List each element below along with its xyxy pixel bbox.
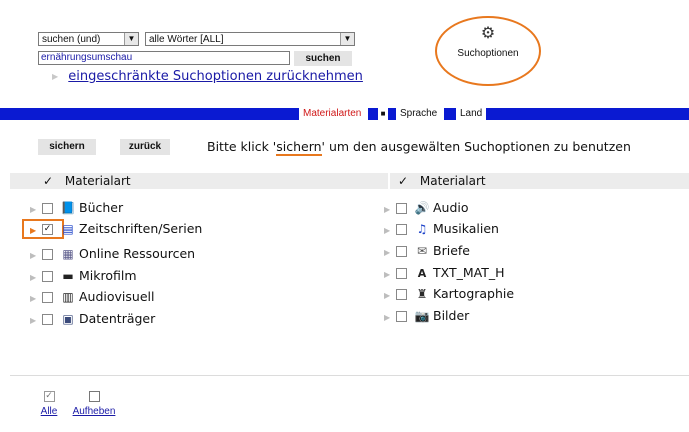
reset-arrow-icon: ▶	[52, 72, 59, 81]
item-label: Online Ressourcen	[79, 246, 196, 261]
checkbox[interactable]	[396, 203, 407, 214]
expand-arrow-icon: ▶	[384, 313, 391, 322]
list-item[interactable]: ▶ ♜ Kartographie	[384, 285, 514, 303]
list-item[interactable]: ▶ ♫ Musikalien	[384, 220, 499, 238]
expand-arrow-icon: ▶	[30, 316, 37, 325]
expand-arrow-icon: ▶	[384, 205, 391, 214]
item-label: Musikalien	[433, 221, 499, 236]
search-mode-select[interactable]: suchen (und) ▼	[38, 32, 139, 46]
checkbox[interactable]	[396, 268, 407, 279]
expand-arrow-icon: ▶	[384, 226, 391, 235]
checkbox-checked[interactable]: ✓	[42, 224, 53, 235]
item-label: Zeitschriften/Serien	[79, 221, 203, 236]
select-all-control[interactable]: ✓ Alle	[36, 391, 62, 417]
deselect-all-control[interactable]: Aufheben	[70, 391, 118, 417]
item-label: Bücher	[79, 200, 124, 215]
expand-arrow-icon: ▶	[30, 226, 37, 235]
divider	[10, 375, 689, 376]
online-icon: ▦	[62, 247, 74, 261]
checkbox-empty-icon	[88, 391, 100, 402]
deselect-all-link[interactable]: Aufheben	[70, 406, 118, 417]
save-hint-after: ' um den ausgewälten Suchoptionen zu ben…	[321, 139, 631, 154]
words-select[interactable]: alle Wörter [ALL] ▼	[145, 32, 355, 46]
check-icon: ✓	[398, 174, 409, 188]
book-icon: 📘	[60, 201, 76, 215]
checkbox[interactable]	[396, 224, 407, 235]
item-label: Audiovisuell	[79, 289, 155, 304]
save-button[interactable]: sichern	[38, 139, 96, 155]
text-icon: A	[417, 267, 427, 280]
tab-land[interactable]: Land	[456, 108, 486, 120]
search-button[interactable]: suchen	[294, 51, 352, 66]
list-item[interactable]: ▶ A TXT_MAT_H	[384, 264, 505, 282]
item-label: Audio	[433, 200, 469, 215]
item-label: Kartographie	[433, 286, 515, 301]
checkbox[interactable]	[42, 271, 53, 282]
save-hint-before: Bitte klick '	[207, 139, 277, 154]
expand-arrow-icon: ▶	[30, 294, 37, 303]
checkbox[interactable]	[42, 314, 53, 325]
column-header-right: ✓ Materialart	[390, 173, 689, 189]
item-label: Briefe	[433, 243, 470, 258]
tab-materialarten[interactable]: Materialarten	[299, 108, 368, 120]
item-label: Datenträger	[79, 311, 156, 326]
camera-icon: 📷	[414, 309, 430, 323]
list-item[interactable]: ▶ 📷 Bilder	[384, 307, 469, 325]
back-button[interactable]: zurück	[120, 139, 170, 155]
list-item[interactable]: ▶ ▦ Online Ressourcen	[30, 245, 195, 263]
select-all-link[interactable]: Alle	[36, 406, 62, 417]
film-icon: ▥	[62, 290, 74, 304]
column-header-left-label: Materialart	[64, 174, 131, 188]
expand-arrow-icon: ▶	[30, 251, 37, 260]
checkbox[interactable]	[396, 289, 407, 300]
reset-options-link[interactable]: eingeschränkte Suchoptionen zurücknehmen	[68, 69, 363, 84]
words-select-value: alle Wörter [ALL]	[149, 34, 224, 45]
save-hint-keyword: sichern	[276, 139, 322, 156]
check-icon: ✓	[43, 174, 54, 188]
search-input[interactable]: ernährungsumschau	[38, 51, 290, 65]
reset-options-row: ▶ eingeschränkte Suchoptionen zurücknehm…	[52, 69, 363, 84]
list-item[interactable]: ▶ 🔊 Audio	[384, 199, 469, 217]
music-icon: ♫	[416, 222, 428, 236]
chevron-down-icon: ▼	[340, 33, 354, 45]
disk-icon: ▣	[62, 312, 74, 326]
list-item[interactable]: ▶ ▥ Audiovisuell	[30, 288, 154, 306]
save-hint: Bitte klick 'sichern' um den ausgewälten…	[207, 138, 631, 156]
checkbox-checked-icon: ✓	[43, 391, 55, 402]
item-label: Bilder	[433, 308, 470, 323]
expand-arrow-icon: ▶	[384, 270, 391, 279]
checkbox[interactable]	[42, 203, 53, 214]
list-item[interactable]: ▶ ▬ Mikrofilm	[30, 267, 137, 285]
chevron-down-icon: ▼	[124, 33, 138, 45]
list-item[interactable]: ▶ ✉ Briefe	[384, 242, 470, 260]
expand-arrow-icon: ▶	[384, 291, 391, 300]
tab-sprache[interactable]: Sprache	[396, 108, 444, 120]
list-item[interactable]: ▶ ✓ ▤ Zeitschriften/Serien	[30, 220, 202, 238]
search-mode-value: suchen (und)	[42, 34, 101, 45]
tab-separator-icon: ■	[378, 108, 388, 120]
item-label: Mikrofilm	[79, 268, 137, 283]
microfilm-icon: ▬	[62, 269, 74, 283]
journal-icon: ▤	[62, 222, 74, 236]
search-options-button[interactable]: ⚙ Suchoptionen	[435, 16, 541, 86]
envelope-icon: ✉	[416, 244, 428, 258]
search-input-value: ernährungsumschau	[41, 52, 133, 63]
checkbox[interactable]	[42, 249, 53, 260]
expand-arrow-icon: ▶	[384, 248, 391, 257]
item-label: TXT_MAT_H	[433, 265, 505, 280]
speaker-icon: 🔊	[414, 201, 430, 215]
column-header-left: ✓ Materialart	[10, 173, 388, 189]
checkbox[interactable]	[396, 311, 407, 322]
expand-arrow-icon: ▶	[30, 273, 37, 282]
search-options-label: Suchoptionen	[457, 48, 519, 59]
settings-gear-icon: ⚙	[480, 23, 496, 42]
list-item[interactable]: ▶ 📘 Bücher	[30, 199, 123, 217]
checkbox[interactable]	[396, 246, 407, 257]
column-header-right-label: Materialart	[419, 174, 486, 188]
expand-arrow-icon: ▶	[30, 205, 37, 214]
list-item[interactable]: ▶ ▣ Datenträger	[30, 310, 155, 328]
checkbox[interactable]	[42, 292, 53, 303]
map-icon: ♜	[416, 287, 428, 301]
